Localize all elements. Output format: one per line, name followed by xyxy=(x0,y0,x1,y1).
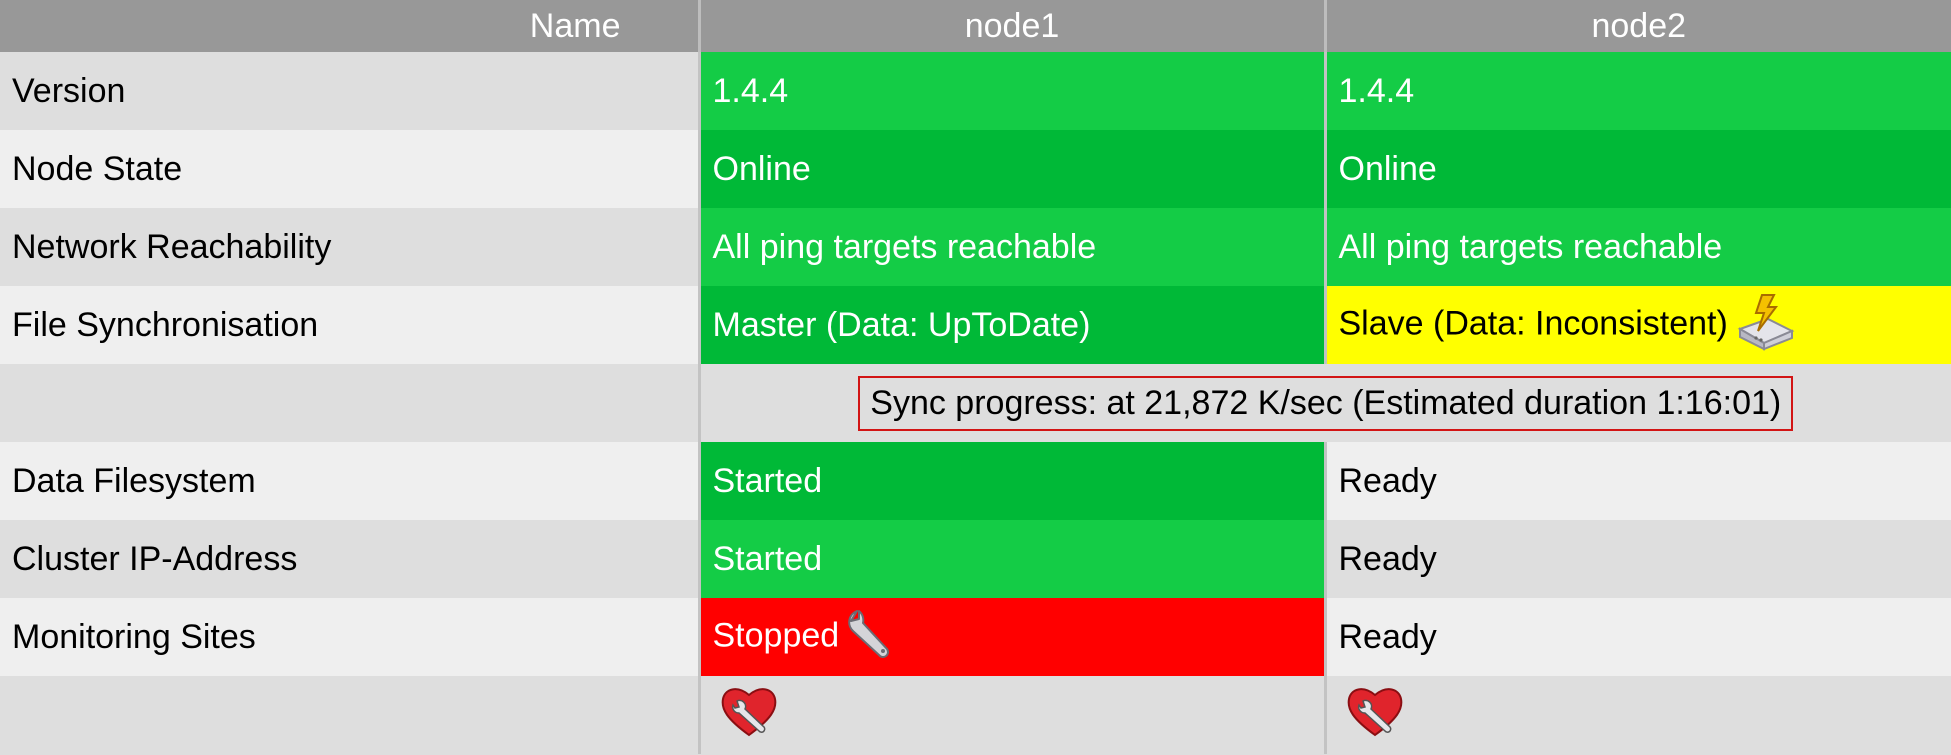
row-label: Data Filesystem xyxy=(0,442,699,520)
column-header-node1: node1 xyxy=(697,0,1325,52)
node2-data-filesystem: Ready xyxy=(1323,442,1951,520)
row-data-filesystem: Data Filesystem Started Ready xyxy=(0,442,1951,520)
column-header-node2: node2 xyxy=(1323,0,1951,52)
row-file-sync: File Synchronisation Master (Data: UpToD… xyxy=(0,286,1951,364)
node2-cluster-ip: Ready xyxy=(1323,520,1951,598)
column-header-name: Name xyxy=(0,0,699,52)
sync-progress-text: Sync progress: at 21,872 K/sec (Estimate… xyxy=(858,375,1794,431)
node1-actions xyxy=(697,676,1325,754)
node1-network: All ping targets reachable xyxy=(697,208,1325,286)
row-actions xyxy=(0,676,1951,754)
sync-progress-cell: Sync progress: at 21,872 K/sec (Estimate… xyxy=(697,364,1951,442)
node2-actions xyxy=(1323,676,1951,754)
row-label: Cluster IP-Address xyxy=(0,520,699,598)
row-label: Monitoring Sites xyxy=(0,598,699,676)
row-version: Version 1.4.4 1.4.4 xyxy=(0,52,1951,130)
row-label: Version xyxy=(0,52,699,130)
node1-monitoring-text: Stopped xyxy=(712,615,840,654)
heart-wrench-icon[interactable] xyxy=(1345,687,1405,747)
disk-sync-lightning-icon[interactable] xyxy=(1734,291,1796,360)
node2-monitoring-sites: Ready xyxy=(1323,598,1951,676)
node2-state: Online xyxy=(1323,130,1951,208)
node2-network: All ping targets reachable xyxy=(1323,208,1951,286)
node1-state: Online xyxy=(697,130,1325,208)
row-label: Node State xyxy=(0,130,699,208)
node1-cluster-ip: Started xyxy=(697,520,1325,598)
row-label-empty xyxy=(0,676,699,754)
wrench-icon[interactable] xyxy=(845,607,897,668)
node1-file-sync: Master (Data: UpToDate) xyxy=(697,286,1325,364)
row-label: File Synchronisation xyxy=(0,286,699,364)
node1-monitoring-sites: Stopped xyxy=(697,598,1325,676)
node2-file-sync-text: Slave (Data: Inconsistent) xyxy=(1338,303,1728,342)
row-sync-progress: Sync progress: at 21,872 K/sec (Estimate… xyxy=(0,364,1951,442)
node1-data-filesystem: Started xyxy=(697,442,1325,520)
node1-version: 1.4.4 xyxy=(697,52,1325,130)
row-monitoring-sites: Monitoring Sites Stopped Ready xyxy=(0,598,1951,676)
row-network-reachability: Network Reachability All ping targets re… xyxy=(0,208,1951,286)
heart-wrench-icon[interactable] xyxy=(719,687,779,747)
row-node-state: Node State Online Online xyxy=(0,130,1951,208)
cluster-status-table: Name node1 node2 Version 1.4.4 1.4.4 Nod… xyxy=(0,0,1951,754)
header-row: Name node1 node2 xyxy=(0,0,1951,52)
row-cluster-ip: Cluster IP-Address Started Ready xyxy=(0,520,1951,598)
node2-file-sync: Slave (Data: Inconsistent) xyxy=(1323,286,1951,364)
node2-version: 1.4.4 xyxy=(1323,52,1951,130)
row-label: Network Reachability xyxy=(0,208,699,286)
row-label-empty xyxy=(0,364,699,442)
